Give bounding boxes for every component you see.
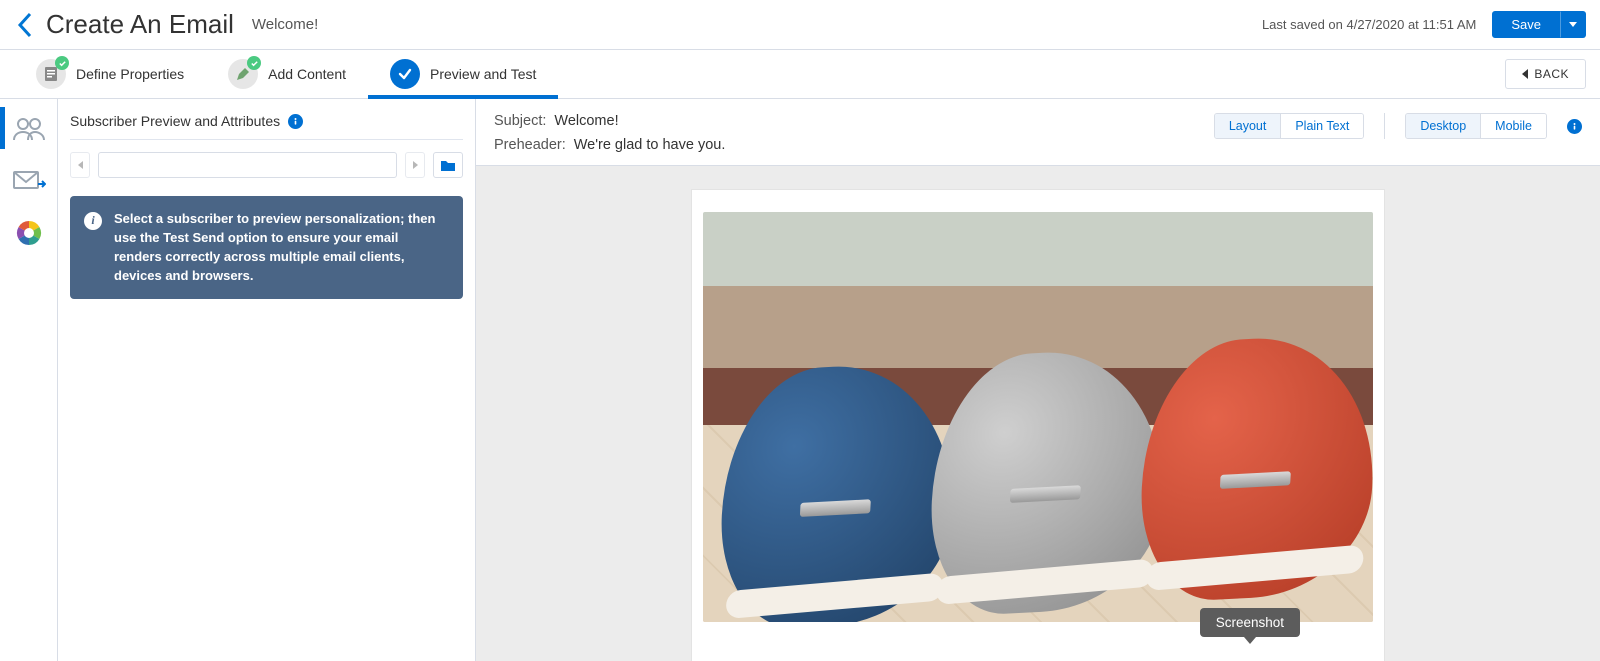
layout-toggle[interactable]: Layout — [1215, 114, 1281, 138]
step-define-label: Define Properties — [76, 66, 184, 82]
check-badge-icon — [55, 56, 69, 70]
last-saved-text: Last saved on 4/27/2020 at 11:51 AM — [1262, 17, 1476, 32]
subject-label: Subject: — [494, 113, 546, 129]
step-bar: Define Properties Add Content Preview an… — [0, 50, 1600, 99]
preview-pane: Subject: Welcome! Preheader: We're glad … — [476, 99, 1600, 661]
subject-block: Subject: Welcome! Preheader: We're glad … — [494, 113, 725, 153]
subject-value: Welcome! — [554, 113, 618, 129]
email-name: Welcome! — [252, 16, 318, 33]
subscriber-nav-row — [70, 152, 463, 178]
caret-down-icon — [1569, 22, 1577, 27]
chevron-left-icon — [17, 12, 33, 38]
step-preview-icon — [390, 59, 420, 89]
step-define-properties[interactable]: Define Properties — [14, 50, 206, 98]
screenshot-tooltip: Screenshot — [1200, 608, 1300, 637]
hero-image — [703, 212, 1373, 622]
info-bubble-icon: i — [84, 212, 102, 230]
separator — [1384, 113, 1385, 139]
desktop-toggle[interactable]: Desktop — [1406, 114, 1480, 138]
view-mode-segment: Layout Plain Text — [1214, 113, 1365, 139]
step-define-icon — [36, 59, 66, 89]
page-title: Create An Email — [46, 9, 234, 40]
info-message-box: i Select a subscriber to preview persona… — [70, 196, 463, 299]
save-button[interactable]: Save — [1492, 11, 1560, 38]
stepbar-right: BACK — [1505, 59, 1586, 89]
device-segment: Desktop Mobile — [1405, 113, 1547, 139]
check-icon — [397, 66, 413, 82]
preview-canvas[interactable]: Screenshot — [476, 166, 1600, 661]
step-content-label: Add Content — [268, 66, 346, 82]
main-area: Subscriber Preview and Attributes i Sele… — [0, 99, 1600, 661]
preview-header: Subject: Welcome! Preheader: We're glad … — [476, 99, 1600, 166]
step-preview-test[interactable]: Preview and Test — [368, 50, 558, 98]
shoe-red — [1136, 332, 1373, 604]
preheader-value: We're glad to have you. — [574, 137, 726, 153]
email-frame — [692, 190, 1384, 661]
back-button[interactable]: BACK — [1505, 59, 1586, 89]
rail-litmus[interactable] — [9, 213, 49, 253]
step-add-content[interactable]: Add Content — [206, 50, 368, 98]
subject-row: Subject: Welcome! — [494, 113, 725, 129]
plain-text-toggle[interactable]: Plain Text — [1280, 114, 1363, 138]
sidebar-title: Subscriber Preview and Attributes — [70, 113, 280, 129]
back-button-label: BACK — [1534, 67, 1569, 81]
preheader-label: Preheader: — [494, 137, 566, 153]
envelope-arrow-icon — [12, 168, 46, 194]
shoe-blue — [716, 360, 961, 622]
prev-subscriber-button[interactable] — [70, 152, 90, 178]
left-rail — [0, 99, 58, 661]
toggle-groups: Layout Plain Text Desktop Mobile — [1214, 113, 1582, 139]
triangle-left-icon — [77, 160, 84, 170]
info-message-text: Select a subscriber to preview personali… — [114, 210, 449, 285]
save-dropdown-button[interactable] — [1560, 11, 1586, 38]
info-icon[interactable] — [288, 114, 303, 129]
people-icon — [12, 116, 46, 142]
browse-subscribers-button[interactable] — [433, 152, 463, 178]
rail-test-send[interactable] — [9, 161, 49, 201]
mobile-toggle[interactable]: Mobile — [1480, 114, 1546, 138]
subscriber-search-input[interactable] — [98, 152, 397, 178]
header-right: Last saved on 4/27/2020 at 11:51 AM Save — [1262, 11, 1586, 38]
rail-active-marker — [0, 107, 5, 149]
sidebar-title-row: Subscriber Preview and Attributes — [70, 113, 463, 140]
triangle-right-icon — [412, 160, 419, 170]
shoe-gray — [926, 346, 1171, 618]
triangle-left-icon — [1522, 69, 1528, 79]
save-button-group: Save — [1492, 11, 1586, 38]
preheader-row: Preheader: We're glad to have you. — [494, 137, 725, 153]
color-wheel-icon — [14, 218, 44, 248]
check-badge-icon — [247, 56, 261, 70]
sidebar-panel: Subscriber Preview and Attributes i Sele… — [58, 99, 476, 661]
rail-subscriber-preview[interactable] — [9, 109, 49, 149]
step-content-icon — [228, 59, 258, 89]
device-info-icon[interactable] — [1567, 119, 1582, 134]
back-arrow[interactable] — [14, 10, 36, 40]
folder-icon — [440, 159, 456, 172]
next-subscriber-button[interactable] — [405, 152, 425, 178]
app-header: Create An Email Welcome! Last saved on 4… — [0, 0, 1600, 50]
step-preview-label: Preview and Test — [430, 66, 536, 82]
